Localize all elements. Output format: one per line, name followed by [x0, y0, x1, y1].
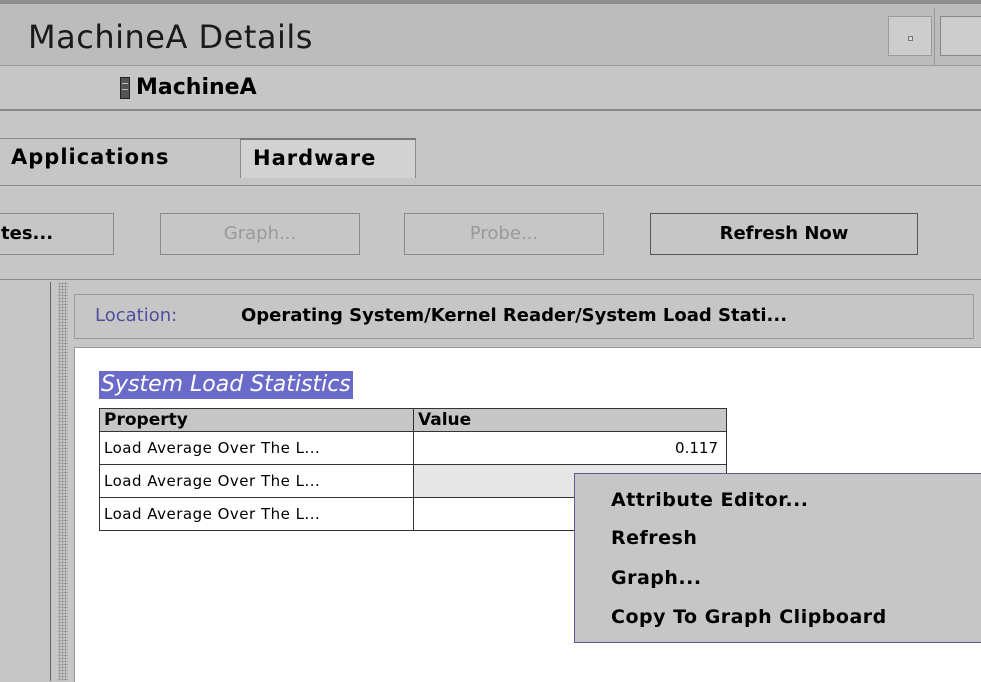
window-title-bar[interactable]: MachineA Details [0, 0, 981, 70]
tab-applications[interactable]: Applications [0, 138, 242, 178]
property-cell[interactable]: Load Average Over The L... [99, 465, 414, 498]
menu-item-copy-to-graph-clipboard[interactable]: Copy To Graph Clipboard [611, 600, 887, 634]
menu-item-attribute-editor[interactable]: Attribute Editor... [611, 483, 809, 517]
tab-bar: Applications Hardware [0, 113, 981, 185]
graph-button[interactable]: Graph... [160, 213, 360, 255]
menu-item-graph[interactable]: Graph... [611, 561, 702, 595]
tab-hardware[interactable]: Hardware [240, 138, 416, 178]
minimize-icon [908, 36, 913, 41]
table-row[interactable]: Load Average Over The L... 0.117 [99, 432, 727, 465]
tree-pane-border [50, 282, 51, 681]
section-title[interactable]: System Load Statistics [99, 371, 353, 399]
machine-name: MachineA [136, 75, 257, 100]
location-label: Location: [95, 305, 178, 326]
property-cell[interactable]: Load Average Over The L... [99, 432, 414, 465]
value-cell[interactable]: 0.117 [413, 432, 727, 465]
minimize-button[interactable] [888, 16, 932, 56]
title-separator [934, 8, 935, 70]
probe-button[interactable]: Probe... [404, 213, 604, 255]
menu-item-refresh[interactable]: Refresh [611, 521, 697, 555]
pane-splitter[interactable] [58, 282, 68, 681]
property-cell[interactable]: Load Average Over The L... [99, 498, 414, 531]
tab-divider [0, 185, 981, 186]
machine-header: MachineA [0, 66, 981, 111]
toolbar-divider [0, 279, 981, 280]
column-header-value[interactable]: Value [413, 408, 727, 432]
maximize-button[interactable] [940, 16, 981, 56]
location-bar: Location: Operating System/Kernel Reader… [74, 294, 974, 339]
column-header-property[interactable]: Property [99, 408, 414, 432]
attributes-button[interactable]: tes... [0, 213, 114, 255]
server-icon [120, 77, 130, 99]
refresh-now-button[interactable]: Refresh Now [650, 213, 918, 255]
context-menu: Attribute Editor... Refresh Graph... Cop… [574, 473, 981, 643]
window-title: MachineA Details [28, 18, 313, 56]
tree-pane[interactable] [0, 282, 56, 681]
location-path: Operating System/Kernel Reader/System Lo… [241, 305, 788, 326]
